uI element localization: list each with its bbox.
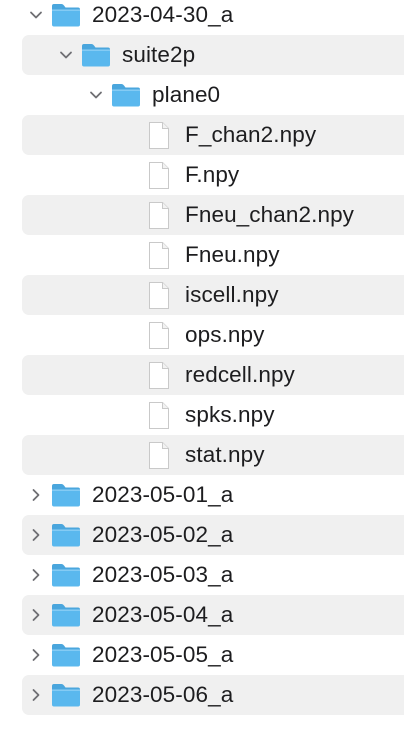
document-icon — [149, 321, 169, 349]
folder-icon — [52, 564, 80, 587]
tree-item-label: 2023-05-01_a — [92, 482, 234, 507]
tree-row-folder[interactable]: 2023-05-06_a — [0, 675, 404, 715]
tree-row-folder[interactable]: 2023-05-02_a — [0, 515, 404, 555]
tree-item-label: stat.npy — [185, 442, 265, 467]
tree-item-label: 2023-05-02_a — [92, 522, 234, 547]
chevron-down-icon[interactable] — [59, 48, 73, 62]
folder-icon — [112, 84, 140, 107]
tree-row-file[interactable]: iscell.npy — [0, 275, 404, 315]
chevron-right-icon[interactable] — [29, 488, 43, 502]
tree-item-label: Fneu.npy — [185, 242, 280, 267]
tree-row-folder[interactable]: 2023-05-03_a — [0, 555, 404, 595]
chevron-down-icon[interactable] — [29, 8, 43, 22]
folder-icon — [52, 644, 80, 667]
tree-row-folder[interactable]: 2023-05-05_a — [0, 635, 404, 675]
chevron-right-icon[interactable] — [29, 608, 43, 622]
tree-item-label: F.npy — [185, 162, 240, 187]
tree-item-label: iscell.npy — [185, 282, 279, 307]
tree-item-label: ops.npy — [185, 322, 265, 347]
document-icon — [149, 201, 169, 229]
tree-row-file[interactable]: Fneu.npy — [0, 235, 404, 275]
tree-item-label: 2023-05-05_a — [92, 642, 234, 667]
tree-row-folder[interactable]: 2023-05-01_a — [0, 475, 404, 515]
tree-item-label: 2023-05-04_a — [92, 602, 234, 627]
document-icon — [149, 161, 169, 189]
document-icon — [149, 361, 169, 389]
folder-icon — [82, 44, 110, 67]
folder-icon — [52, 604, 80, 627]
chevron-right-icon[interactable] — [29, 528, 43, 542]
file-tree: 2023-04-30_a suite2p plane0 F_chan2.npy F.np… — [0, 0, 404, 738]
tree-row-file[interactable]: ops.npy — [0, 315, 404, 355]
document-icon — [149, 281, 169, 309]
folder-icon — [52, 684, 80, 707]
tree-row-folder[interactable]: 2023-04-30_a — [0, 0, 404, 35]
chevron-down-icon[interactable] — [89, 88, 103, 102]
tree-item-label: redcell.npy — [185, 362, 295, 387]
folder-icon — [52, 524, 80, 547]
tree-item-label: F_chan2.npy — [185, 122, 317, 147]
tree-item-label: Fneu_chan2.npy — [185, 202, 355, 227]
document-icon — [149, 241, 169, 269]
tree-row-folder[interactable]: suite2p — [0, 35, 404, 75]
tree-item-label: suite2p — [122, 42, 196, 67]
tree-row-folder[interactable]: 2023-05-04_a — [0, 595, 404, 635]
tree-row-file[interactable]: Fneu_chan2.npy — [0, 195, 404, 235]
chevron-right-icon[interactable] — [29, 688, 43, 702]
document-icon — [149, 121, 169, 149]
tree-item-label: 2023-05-03_a — [92, 562, 234, 587]
tree-row-file[interactable]: redcell.npy — [0, 355, 404, 395]
document-icon — [149, 441, 169, 469]
tree-item-label: 2023-04-30_a — [92, 2, 234, 27]
tree-row-file[interactable]: F.npy — [0, 155, 404, 195]
document-icon — [149, 401, 169, 429]
tree-item-label: spks.npy — [185, 402, 275, 427]
tree-row-file[interactable]: stat.npy — [0, 435, 404, 475]
tree-row-file[interactable]: spks.npy — [0, 395, 404, 435]
folder-icon — [52, 4, 80, 27]
tree-item-label: 2023-05-06_a — [92, 682, 234, 707]
chevron-right-icon[interactable] — [29, 648, 43, 662]
chevron-right-icon[interactable] — [29, 568, 43, 582]
tree-item-label: plane0 — [152, 82, 221, 107]
tree-row-file[interactable]: F_chan2.npy — [0, 115, 404, 155]
folder-icon — [52, 484, 80, 507]
tree-row-folder[interactable]: plane0 — [0, 75, 404, 115]
